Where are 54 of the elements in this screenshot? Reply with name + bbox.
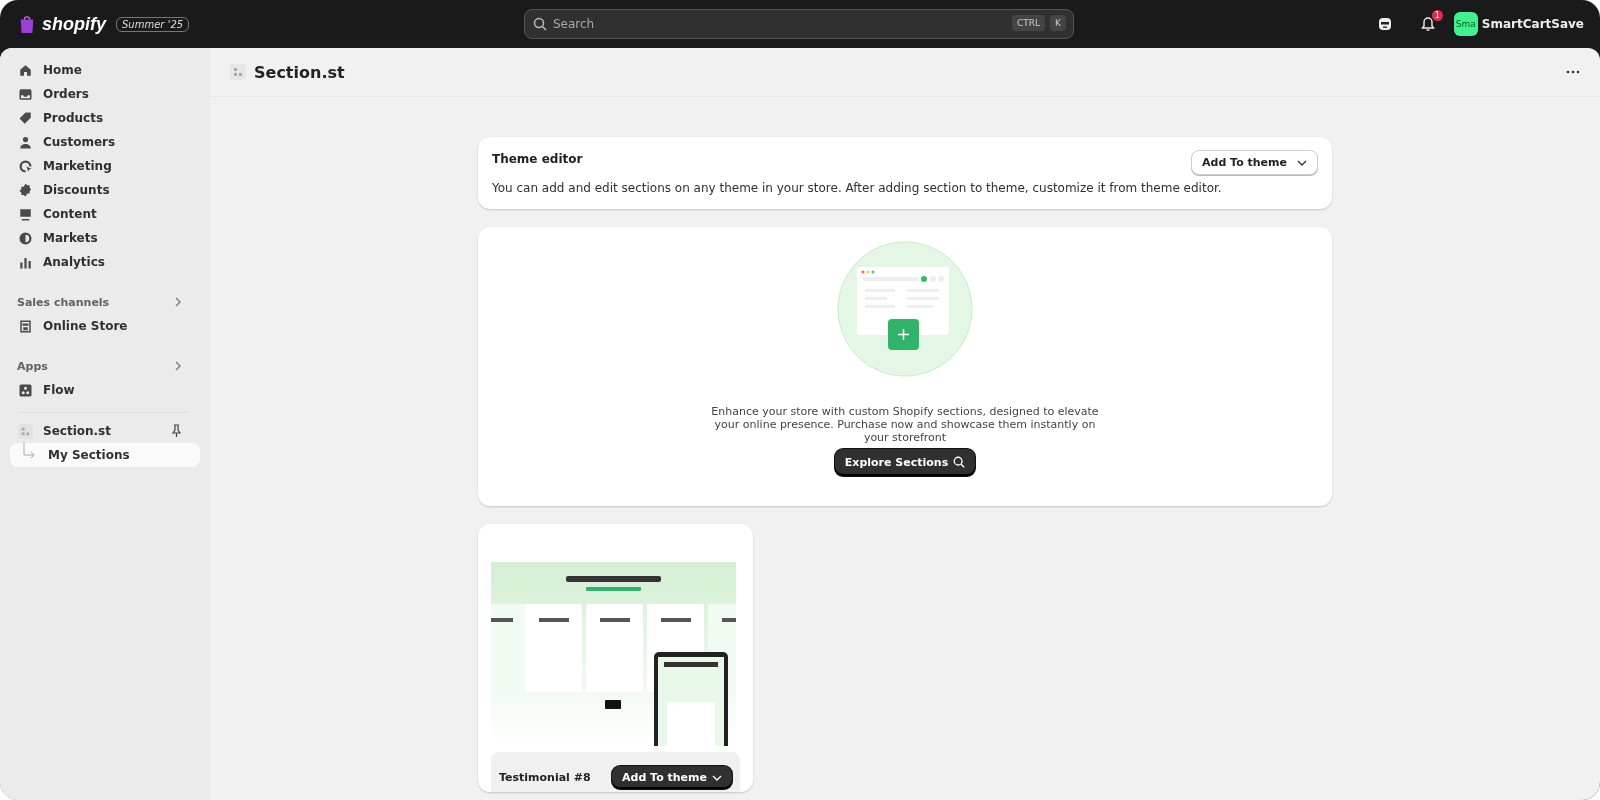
robot-face-icon[interactable]: [1377, 17, 1392, 31]
nav-icon: [18, 158, 33, 174]
nav-item[interactable]: Home: [10, 58, 200, 82]
bell-icon[interactable]: [1419, 16, 1436, 32]
edition-badge: Summer '25: [116, 16, 190, 32]
app-icon: [230, 64, 246, 80]
nav-item[interactable]: Customers: [10, 130, 200, 154]
nav-icon: [18, 134, 33, 150]
add-to-theme-button[interactable]: Add To theme: [1191, 150, 1318, 175]
search-icon: [533, 17, 547, 31]
nav-item[interactable]: Content: [10, 202, 200, 226]
logo-text[interactable]: shopify: [42, 13, 106, 35]
notification-count: 1: [1431, 10, 1443, 21]
section-name: Testimonial #8: [499, 771, 591, 785]
store-avatar[interactable]: Sma: [1453, 12, 1478, 36]
nav-group-title[interactable]: Sales channels: [17, 295, 110, 309]
nav-icon: [18, 182, 33, 198]
more-icon[interactable]: [1566, 70, 1580, 74]
nav-item[interactable]: Orders: [10, 82, 200, 106]
store-name[interactable]: SmartCartSave: [1481, 17, 1584, 31]
nav-icon: [18, 206, 33, 222]
card-description: You can add and edit sections on any theme in your store. After adding section to theme, customize it from theme editor.: [492, 181, 1223, 195]
card-title: Theme editor: [492, 152, 583, 166]
nav-icon: [18, 62, 33, 78]
nav-group-title[interactable]: Apps: [17, 359, 48, 373]
nav-icon: [18, 382, 33, 398]
nav-item[interactable]: Flow: [10, 378, 200, 402]
shortcut-key: K: [1050, 15, 1066, 31]
chevron-right-icon[interactable]: [174, 297, 182, 307]
page-title: Section.st: [254, 62, 345, 82]
shopping-bag-icon: [18, 14, 36, 34]
shortcut-key: CTRL: [1012, 15, 1046, 31]
app-icon: [18, 423, 33, 439]
chevron-right-icon[interactable]: [174, 361, 182, 371]
search-icon: [953, 456, 966, 469]
nav-item[interactable]: Discounts: [10, 178, 200, 202]
nav-item[interactable]: Markets: [10, 226, 200, 250]
nav-icon: [18, 86, 33, 102]
nav-item[interactable]: Online Store: [10, 314, 200, 338]
add-to-theme-button[interactable]: Add To theme: [612, 766, 732, 790]
nav-item[interactable]: Analytics: [10, 250, 200, 274]
nav-icon: [18, 110, 33, 126]
pin-icon[interactable]: [171, 424, 182, 438]
nav-icon: [18, 318, 33, 334]
nav-icon: [18, 230, 33, 246]
promo-text: Enhance your store with custom Shopify sections, designed to elevate your online presence. Purchase now and showcase them instantly on your storefront: [710, 405, 1100, 445]
caret-icon: [1297, 159, 1307, 166]
nav-item[interactable]: Products: [10, 106, 200, 130]
tree-connector-icon: [22, 442, 36, 460]
nav-item[interactable]: Marketing: [10, 154, 200, 178]
app-nav-item[interactable]: Section.st: [10, 419, 200, 443]
caret-icon: [712, 774, 722, 781]
explore-sections-button[interactable]: Explore Sections: [834, 448, 976, 476]
nav-item[interactable]: My Sections: [10, 443, 200, 467]
